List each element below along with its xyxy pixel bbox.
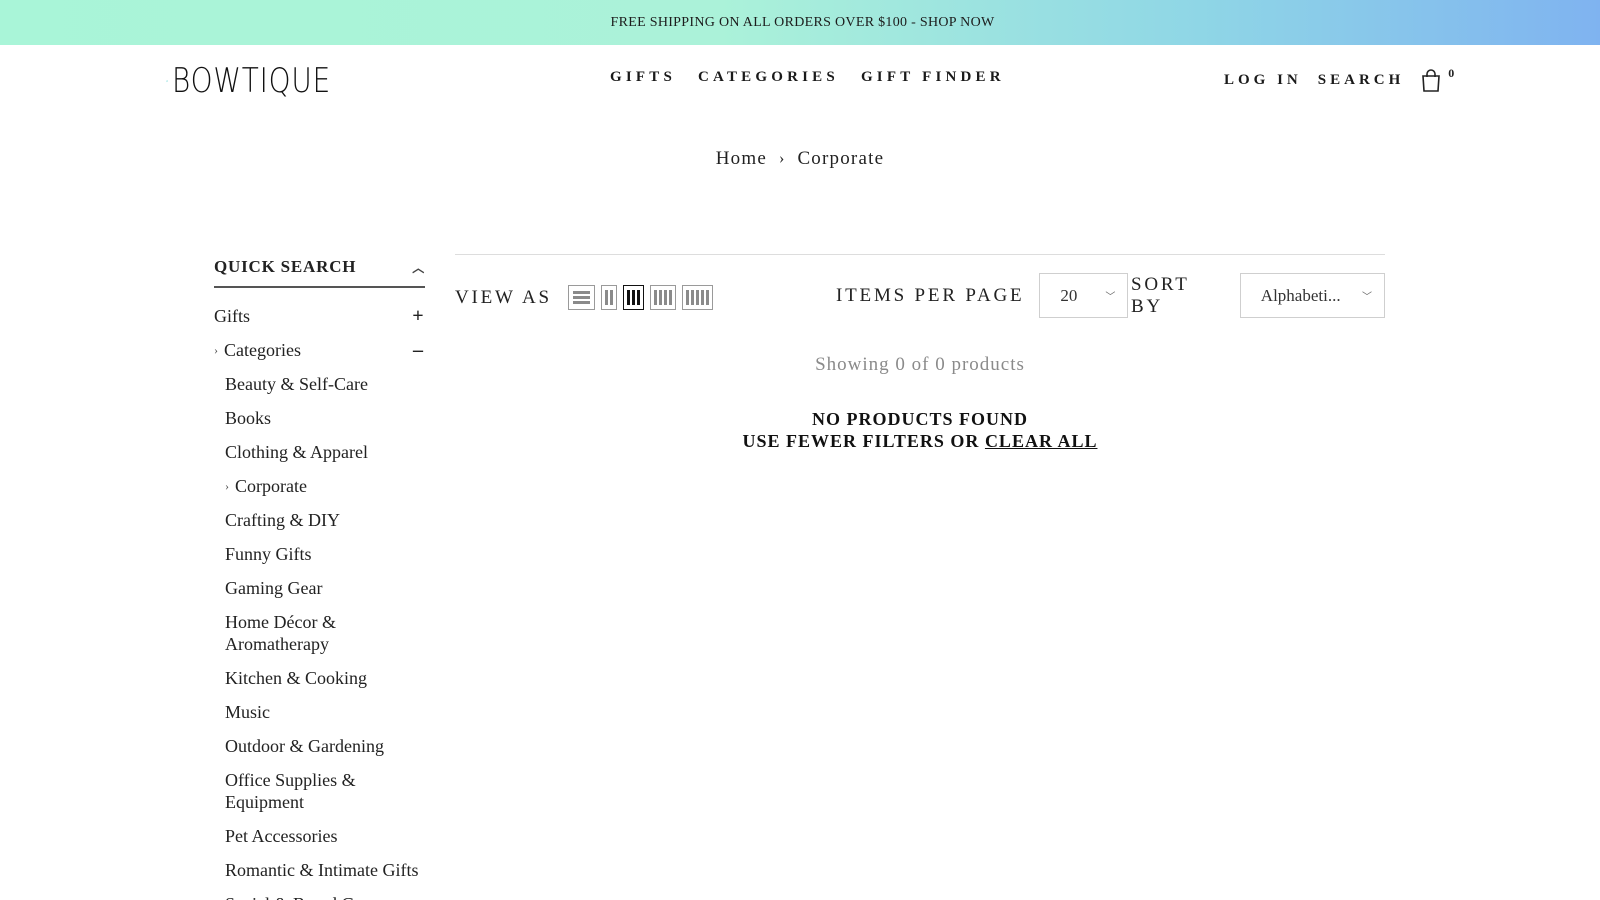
category-item[interactable]: Books	[225, 401, 425, 435]
main-nav: GIFTS CATEGORIES GIFT FINDER	[610, 69, 1005, 86]
minus-icon[interactable]: –	[411, 339, 425, 362]
chevron-up-icon[interactable]: ︿	[412, 259, 425, 276]
sort-by-label: SORT BY	[1131, 273, 1190, 317]
category-item[interactable]: Gaming Gear	[225, 571, 425, 605]
results-count: Showing 0 of 0 products	[815, 354, 1025, 375]
grid-4-icon[interactable]	[649, 285, 676, 310]
chevron-right-icon: ›	[225, 479, 229, 493]
facet-gifts-label[interactable]: Gifts	[214, 306, 250, 327]
clear-all-link[interactable]: CLEAR ALL	[985, 431, 1098, 451]
sort-by-group: SORT BY Alphabeti... ﹀	[1131, 273, 1385, 318]
fewer-filters-text: USE FEWER FILTERS OR	[742, 431, 980, 451]
logo[interactable]: BOWTIQUE	[166, 55, 366, 107]
category-item[interactable]: Beauty & Self-Care	[225, 367, 425, 401]
collection-toolbar: VIEW AS ITEMS PER PAGE 20 ﹀ SORT BY Alph…	[455, 273, 1385, 341]
divider	[455, 254, 1385, 255]
gift-hand-logo-icon	[166, 80, 168, 82]
login-link[interactable]: LOG IN	[1224, 72, 1302, 89]
category-item[interactable]: Clothing & Apparel	[225, 435, 425, 469]
nav-categories[interactable]: CATEGORIES	[698, 69, 839, 86]
category-item[interactable]: Funny Gifts	[225, 537, 425, 571]
category-item[interactable]: Social & Board G...	[225, 887, 425, 900]
list-view-icon[interactable]	[567, 285, 595, 310]
facet-categories-wrap: › Categories	[214, 340, 301, 361]
grid-3-icon[interactable]	[622, 285, 644, 310]
category-item[interactable]: Office Supplies & Equipment	[225, 763, 425, 819]
cart-button[interactable]: 0	[1420, 66, 1455, 92]
category-item-active[interactable]: › Corporate	[225, 469, 425, 503]
category-item[interactable]: Pet Accessories	[225, 819, 425, 853]
category-item[interactable]: Home Décor & Aromatherapy	[225, 605, 425, 661]
announcement-text[interactable]: FREE SHIPPING ON ALL ORDERS OVER $100 - …	[606, 15, 995, 31]
breadcrumb-home[interactable]: Home	[716, 148, 767, 169]
view-as-label: VIEW AS	[455, 286, 552, 308]
category-item[interactable]: Romantic & Intimate Gifts	[225, 853, 425, 887]
sort-by-value: Alphabeti...	[1260, 285, 1341, 305]
items-per-page-group: ITEMS PER PAGE 20 ﹀	[836, 273, 1129, 318]
chevron-right-icon: ›	[778, 150, 786, 167]
sort-by-select[interactable]: Alphabeti... ﹀	[1239, 273, 1385, 318]
cart-count: 0	[1448, 66, 1455, 80]
empty-state: NO PRODUCTS FOUND USE FEWER FILTERS OR C…	[455, 408, 1385, 452]
nav-gift-finder[interactable]: GIFT FINDER	[861, 69, 1005, 86]
breadcrumb-current: Corporate	[797, 148, 885, 169]
fewer-filters-line: USE FEWER FILTERS OR CLEAR ALL	[455, 430, 1385, 452]
breadcrumb: Home › Corporate	[0, 148, 1600, 170]
quick-search-header[interactable]: QUICK SEARCH ︿	[214, 248, 425, 288]
logo-text: BOWTIQUE	[172, 61, 332, 101]
facet-categories-label[interactable]: Categories	[224, 340, 301, 361]
utility-nav: LOG IN SEARCH 0	[1224, 66, 1455, 92]
category-item-label[interactable]: Corporate	[235, 475, 307, 497]
category-item[interactable]: Music	[225, 695, 425, 729]
plus-icon[interactable]: +	[411, 305, 425, 328]
shopping-bag-icon	[1422, 69, 1441, 92]
grid-2-icon[interactable]	[600, 285, 617, 310]
facet-gifts[interactable]: Gifts +	[214, 299, 425, 333]
search-link[interactable]: SEARCH	[1318, 72, 1405, 89]
no-products-message: NO PRODUCTS FOUND	[811, 409, 1028, 429]
category-item[interactable]: Outdoor & Gardening	[225, 729, 425, 763]
quick-search-title: QUICK SEARCH	[214, 257, 357, 276]
category-item[interactable]: Kitchen & Cooking	[225, 661, 425, 695]
announcement-bar[interactable]: FREE SHIPPING ON ALL ORDERS OVER $100 - …	[0, 0, 1600, 45]
chevron-down-icon: ﹀	[1105, 292, 1116, 303]
view-as-group: VIEW AS	[455, 285, 713, 310]
category-list: Beauty & Self-Care Books Clothing & Appa…	[214, 367, 425, 900]
collection-content: VIEW AS ITEMS PER PAGE 20 ﹀ SORT BY Alph…	[455, 254, 1385, 451]
grid-5-icon[interactable]	[681, 285, 713, 310]
chevron-right-icon: ›	[214, 342, 218, 357]
facet-categories[interactable]: › Categories –	[214, 333, 425, 367]
nav-gifts[interactable]: GIFTS	[610, 69, 676, 86]
items-per-page-value: 20	[1060, 285, 1078, 305]
filter-sidebar: QUICK SEARCH ︿ Gifts + › Categories – Be…	[214, 248, 425, 900]
site-header: BOWTIQUE GIFTS CATEGORIES GIFT FINDER LO…	[0, 45, 1600, 115]
items-per-page-select[interactable]: 20 ﹀	[1039, 273, 1129, 318]
chevron-down-icon: ﹀	[1362, 292, 1372, 303]
category-item[interactable]: Crafting & DIY	[225, 503, 425, 537]
items-per-page-label: ITEMS PER PAGE	[836, 284, 1025, 306]
